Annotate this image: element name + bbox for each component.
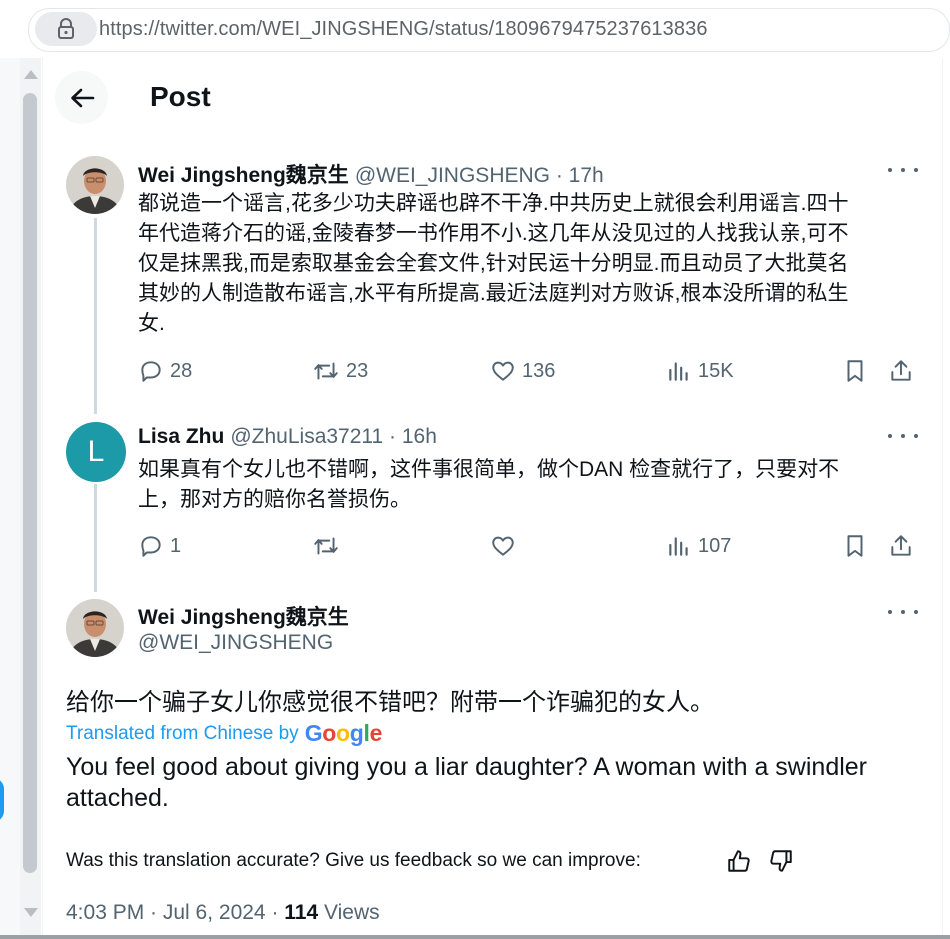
bookmark-button[interactable] [843,533,873,559]
repost-count: 23 [346,359,369,382]
thumbs-up-button[interactable] [726,848,752,879]
site-info-button[interactable] [35,12,97,46]
translation-attribution[interactable]: Translated from Chinese by Google [66,720,382,747]
views-button[interactable]: 107 [666,533,731,559]
share-button[interactable] [888,533,920,559]
google-logo-text: Google [304,720,383,746]
author-name[interactable]: Wei Jingsheng魏京生 [138,164,349,187]
reply-button[interactable]: 1 [138,533,181,559]
arrow-left-icon [70,88,94,107]
scroll-up-arrow-icon[interactable] [24,70,38,79]
tweet-text-line: 如果真有个女儿也不错啊，这件事很简单，做个DAN 检查就行了，只要对不 [138,458,840,481]
url-text[interactable]: https://twitter.com/WEI_JINGSHENG/status… [99,18,708,41]
thumbs-down-icon [770,850,792,872]
share-icon [891,535,911,556]
page-title: Post [150,81,211,112]
heart-icon [492,536,514,556]
tweet-text-line: 都说造一个谣言,花多少功夫辟谣也辟不干净.中共历史上就很会利用谣言.四十 [138,192,849,215]
avatar[interactable]: L [66,422,126,482]
author-handle-time[interactable]: @WEI_JINGSHENG · 17h [355,164,604,187]
views-count: 107 [698,534,732,557]
more-options-button[interactable] [888,426,918,446]
avatar-photo [66,599,124,657]
thumbs-up-icon [728,850,750,872]
tweet-author-line: Wei Jingsheng魏京生 @WEI_JINGSHENG · 17h [138,159,604,189]
repost-button[interactable] [312,533,346,559]
thread-connector-line [94,218,97,414]
back-button[interactable] [55,71,108,124]
views-count: 15K [698,359,734,382]
like-button[interactable]: 136 [490,358,555,384]
bookmark-button[interactable] [843,358,873,384]
post-views-count: 114 [284,901,319,924]
share-button[interactable] [888,358,920,384]
author-name[interactable]: Wei Jingsheng魏京生 [138,606,349,629]
tweet-text-line: 仅是抹黑我,而是索取基金会全套文件,针对民运十分明显.而且动员了大批莫名 [138,252,849,275]
tweet-author-line: Lisa Zhu @ZhuLisa37211 · 16h [138,425,437,449]
repost-icon [314,537,338,555]
author-name[interactable]: Lisa Zhu [138,425,224,448]
bookmark-icon [847,535,863,557]
thread-connector-line [94,484,97,592]
main-tweet-text: 给你一个骗子女儿你感觉很不错吧？附带一个诈骗犯的女人。 [66,689,714,716]
like-button[interactable] [490,533,522,559]
author-handle-time[interactable]: @ZhuLisa37211 · 16h [230,425,437,448]
column-divider [42,58,43,936]
avatar[interactable] [66,599,124,657]
tweet-text-line: 女. [138,312,165,335]
avatar[interactable] [66,156,124,214]
reply-button[interactable]: 28 [138,358,192,384]
tweet-text-line: 其妙的人制造散布谣言,水平有所提高.最近法庭判对方败诉,根本没所谓的私生 [138,282,849,305]
scrollbar-thumb[interactable] [23,93,37,873]
share-icon [891,360,911,381]
post-timestamp[interactable]: 4:03 PM · Jul 6, 2024 · [66,901,284,924]
reply-count: 28 [170,359,193,382]
reply-icon [141,536,161,557]
analytics-icon [669,537,688,556]
more-options-button[interactable] [888,602,918,622]
window-bottom-edge [0,935,950,939]
translated-text: You feel good about giving you a liar da… [66,753,868,812]
post-views-label: Views [318,901,380,924]
tweet-text-line: 上，那对方的赔你名誉损伤。 [138,488,411,511]
repost-icon [314,362,338,380]
reply-count: 1 [170,534,182,557]
translated-label: Translated from Chinese by [66,722,299,744]
heart-icon [492,361,514,381]
like-count: 136 [522,359,556,382]
more-options-button[interactable] [888,160,918,180]
post-metadata: 4:03 PM · Jul 6, 2024 · 114 Views [66,901,380,925]
translation-feedback-prompt: Was this translation accurate? Give us f… [66,850,641,871]
analytics-icon [669,362,688,381]
bookmark-icon [847,360,863,382]
author-handle[interactable]: @WEI_JINGSHENG [138,631,333,655]
lock-icon [58,18,74,39]
avatar-photo [66,156,124,214]
tweet-text-line: 年代造蒋介石的谣,金陵春梦一书作用不小.这几年从没见过的人找我认亲,可不 [138,222,849,245]
browser-toolbar: https://twitter.com/WEI_JINGSHENG/status… [0,0,950,58]
views-button[interactable]: 15K [666,358,734,384]
repost-button[interactable]: 23 [312,358,368,384]
scrollbar[interactable] [20,58,41,936]
tweet-text: 如果真有个女儿也不错啊，这件事很简单，做个DAN 检查就行了，只要对不 上，那对… [138,455,918,515]
thumbs-down-button[interactable] [768,848,794,879]
main-author-name-line: Wei Jingsheng魏京生 [138,601,349,631]
tweet-text: 都说造一个谣言,花多少功夫辟谣也辟不干净.中共历史上就很会利用谣言.四十 年代造… [138,189,918,339]
scroll-down-arrow-icon[interactable] [24,908,38,917]
reply-icon [141,361,161,382]
column-divider-right [942,58,943,936]
address-bar[interactable]: https://twitter.com/WEI_JINGSHENG/status… [28,8,950,52]
